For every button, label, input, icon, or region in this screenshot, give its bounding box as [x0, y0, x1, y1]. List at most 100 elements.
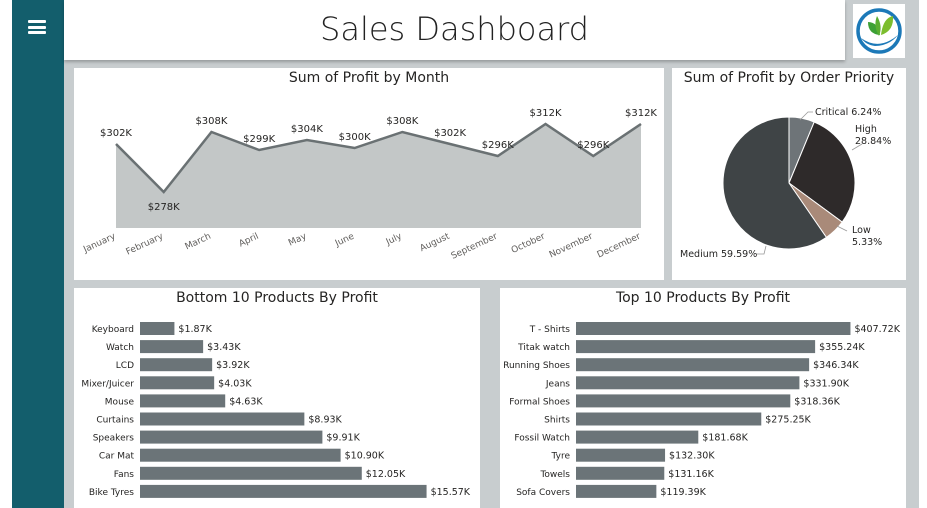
value-label: $10.90K [345, 451, 385, 462]
category-label: Speakers [93, 434, 135, 444]
pie-chart: Critical 6.24% High28.84% Low5.33% Medium 5… [680, 107, 891, 260]
x-tick-label: July [384, 231, 404, 248]
data-label: $308K [195, 116, 227, 127]
leader-line [756, 245, 767, 255]
value-label: $4.03K [218, 378, 252, 389]
category-label: Tyre [551, 452, 571, 462]
bar-chart: Keyboard $1.87K Watch $3.43K LCD $3.92K Mixer/… [81, 322, 471, 498]
value-label: $9.91K [326, 433, 360, 444]
value-label: $3.43K [207, 342, 241, 353]
data-label: $312K [530, 108, 562, 119]
value-label: $1.87K [178, 324, 212, 335]
data-label: $308K [386, 116, 418, 127]
slice-name: High [855, 124, 877, 135]
bar [140, 448, 341, 462]
page-title: Sales Dashboard [320, 10, 589, 48]
slice-label: Medium 59.59% [680, 249, 757, 260]
x-tick-label: September [450, 232, 500, 262]
value-label: $318.36K [794, 396, 840, 407]
leader-line [836, 225, 848, 232]
data-label: $302K [100, 128, 132, 139]
bar [576, 340, 816, 354]
bar [576, 412, 762, 426]
bar [140, 412, 305, 426]
company-logo [853, 4, 905, 58]
data-label: $304K [291, 124, 323, 135]
category-label: Fans [114, 470, 135, 480]
data-label: $296K [577, 140, 609, 151]
data-label: $299K [243, 134, 275, 145]
value-label: $407.72K [854, 324, 900, 335]
category-label: Formal Shoes [509, 397, 570, 407]
bar [140, 340, 204, 354]
bar [576, 484, 657, 498]
x-tick-label: December [596, 232, 643, 261]
bar [576, 466, 665, 480]
category-label: Jeans [545, 379, 570, 389]
category-label: Mixer/Juicer [81, 379, 134, 389]
area-chart: $302K January $278K February $308K March $299K… [81, 108, 657, 262]
category-label: Titak watch [517, 343, 570, 353]
x-tick-label: January [81, 231, 118, 255]
bar [576, 376, 800, 390]
slice-name: Low [852, 225, 871, 236]
bar [140, 394, 226, 408]
value-label: $346.34K [813, 360, 859, 371]
bar [140, 430, 323, 444]
value-label: $8.93K [308, 415, 342, 426]
category-label: Mouse [105, 397, 135, 407]
x-tick-label: May [287, 231, 309, 248]
profit-by-priority-card: Sum of Profit by Order Priority Critical… [672, 68, 906, 280]
value-label: $132.30K [669, 451, 715, 462]
value-label: $15.57K [431, 487, 471, 498]
category-label: Bike Tyres [89, 488, 134, 498]
data-label: $300K [339, 132, 371, 143]
slice-label: Critical 6.24% [815, 107, 881, 118]
value-label: $275.25K [765, 415, 811, 426]
x-tick-label: June [333, 231, 356, 249]
profit-by-month-card: Sum of Profit by Month $302K January $278K… [74, 68, 664, 280]
category-label: Car Mat [99, 452, 135, 462]
left-nav-bar [12, 0, 64, 508]
x-tick-label: November [548, 232, 595, 261]
bar [140, 466, 362, 480]
category-label: Fossil Watch [514, 434, 570, 444]
value-label: $12.05K [366, 469, 406, 480]
category-label: Shirts [544, 416, 570, 426]
x-tick-label: October [510, 232, 547, 256]
value-label: $3.92K [216, 360, 250, 371]
header-bar: Sales Dashboard [64, 0, 845, 60]
data-label: $296K [482, 140, 514, 151]
bar [576, 430, 699, 444]
hamburger-menu-icon[interactable] [28, 18, 48, 36]
category-label: Curtains [96, 416, 134, 426]
value-label: $181.68K [702, 433, 748, 444]
slice-value: 28.84% [855, 136, 891, 147]
category-label: Running Shoes [503, 361, 570, 371]
bar [140, 484, 427, 498]
category-label: LCD [116, 361, 134, 371]
bottom-products-card: Bottom 10 Products By Profit Keyboard $1.… [74, 288, 480, 508]
data-label: $278K [148, 202, 180, 213]
value-label: $355.24K [819, 342, 865, 353]
category-label: Sofa Covers [516, 488, 570, 498]
value-label: $331.90K [803, 378, 849, 389]
x-tick-label: April [238, 232, 261, 250]
bar [140, 376, 215, 390]
data-label: $302K [434, 128, 466, 139]
top-products-card: Top 10 Products By Profit T - Shirts $407… [500, 288, 906, 508]
category-label: T - Shirts [529, 325, 571, 335]
bar [576, 448, 666, 462]
bar [140, 358, 213, 372]
value-label: $4.63K [229, 396, 263, 407]
category-label: Towels [539, 470, 570, 480]
bar-chart: T - Shirts $407.72K Titak watch $355.24K Run… [503, 322, 901, 498]
leaf-globe-logo [856, 8, 902, 54]
x-tick-label: August [419, 231, 452, 254]
value-label: $119.39K [660, 487, 706, 498]
slice-value: 5.33% [852, 237, 882, 248]
value-label: $131.16K [668, 469, 714, 480]
x-tick-label: February [125, 231, 166, 257]
data-label: $312K [625, 108, 657, 119]
category-label: Keyboard [92, 325, 134, 335]
